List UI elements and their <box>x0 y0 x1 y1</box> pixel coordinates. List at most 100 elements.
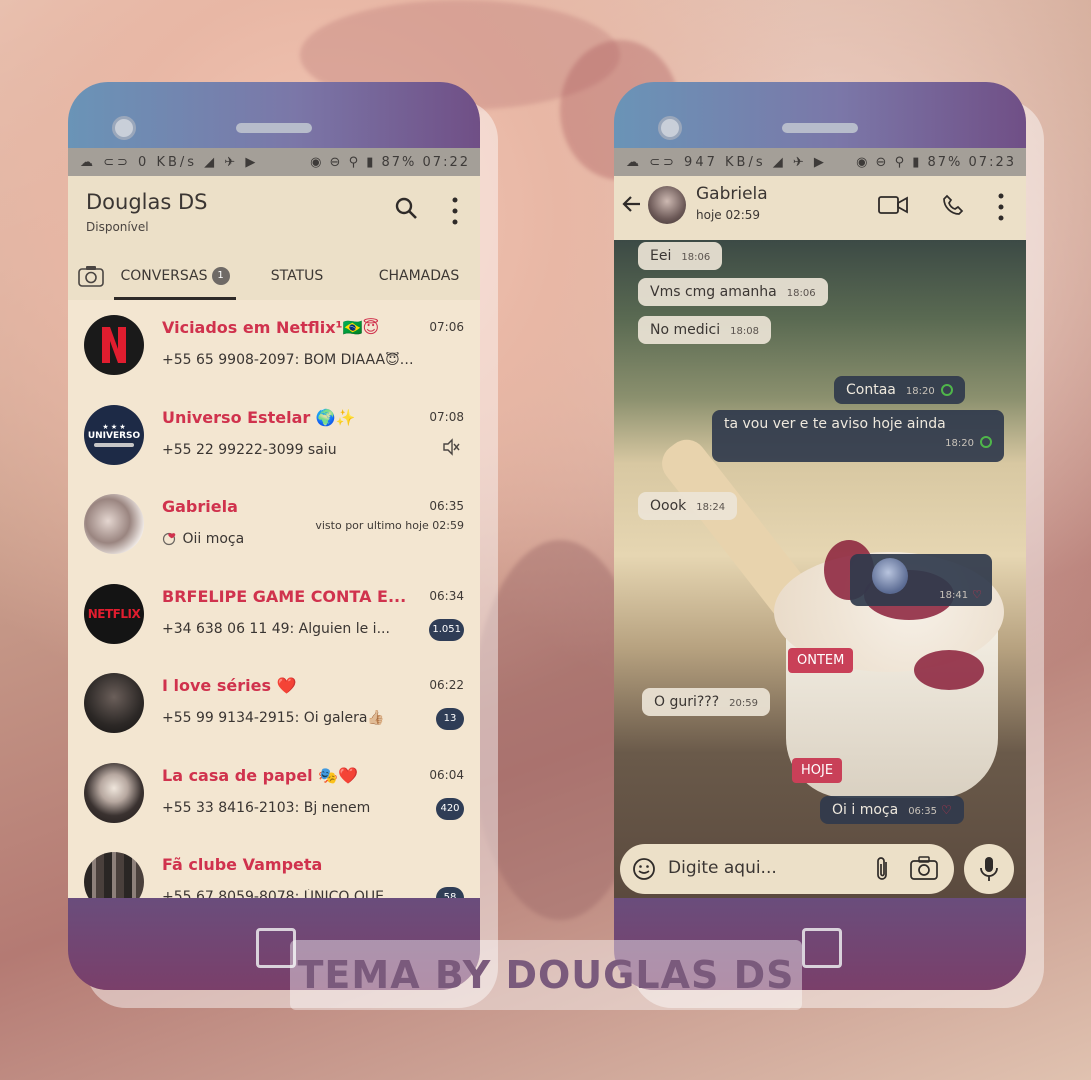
more-options-icon[interactable] <box>996 192 1006 222</box>
message-time: 18:08 <box>730 326 759 337</box>
message-input[interactable]: Digite aqui... <box>620 844 954 894</box>
chat-name: Universo Estelar 🌍✨ <box>162 407 356 427</box>
chat-row[interactable]: I love séries ❤️ 06:22 +55 99 9134-2915:… <box>68 658 480 748</box>
avatar-text: NETFLIX <box>87 606 141 621</box>
contact-avatar[interactable] <box>648 186 686 224</box>
tab-bar: CONVERSAS 1 STATUS CHAMADAS <box>68 254 480 300</box>
message-time: 18:06 <box>786 288 816 299</box>
chat-row[interactable]: ★ ★ ★ UNIVERSO Universo Estelar 🌍✨ 07:08… <box>68 390 480 480</box>
message-input-placeholder: Digite aqui... <box>668 858 777 878</box>
status-icons-left: ☁ ⊂⊃ 0 KB/s ◢ ✈ ▶ <box>80 154 259 170</box>
unread-count: 58 <box>436 887 464 898</box>
microphone-icon <box>980 857 998 881</box>
muted-icon <box>443 437 460 456</box>
more-options-icon[interactable] <box>450 196 460 226</box>
tab-status[interactable]: STATUS <box>236 254 358 298</box>
chat-preview-row: Oii moça <box>162 531 417 547</box>
front-camera <box>112 116 136 140</box>
chat-preview: Oii moça <box>182 531 245 547</box>
message-time: 18:20 <box>945 438 974 449</box>
chat-row[interactable]: Fã clube Vampeta +55 67 8059-8078: ÚNICO… <box>68 837 480 898</box>
unread-count: 420 <box>436 797 464 820</box>
chat-row[interactable]: Viciados em Netflix¹🇧🇷😇 07:06 +55 65 990… <box>68 300 480 390</box>
message-outgoing[interactable]: Oi i moça 06:35 ♡ <box>820 796 964 824</box>
contact-name[interactable]: Gabriela <box>696 184 768 204</box>
chat-wallpaper: Eei 18:06 Vms cmg amanha 18:06 No medici 18… <box>614 240 1026 898</box>
message-text: O guri??? <box>654 694 720 710</box>
avatar-photo <box>84 494 144 554</box>
unread-count: 1.051 <box>429 618 464 641</box>
avatar-photo <box>84 852 144 898</box>
chat-time: 06:22 <box>429 678 464 692</box>
phone-top-bezel <box>614 82 1026 148</box>
message-text: Eei <box>650 248 672 264</box>
status-bar: ☁ ⊂⊃ 947 KB/s ◢ ✈ ▶ ◉ ⊖ ⚲ ▮ 87% 07:23 <box>614 148 1026 176</box>
chat-row[interactable]: NETFLIX BRFELIPE GAME CONTA E... 06:34 +… <box>68 569 480 659</box>
tab-chamadas[interactable]: CHAMADAS <box>358 254 480 298</box>
chat-time: 06:34 <box>429 588 464 603</box>
status-icons-left: ☁ ⊂⊃ 947 KB/s ◢ ✈ ▶ <box>626 154 827 170</box>
chat-time: 06:35 <box>429 499 464 513</box>
emoji-icon[interactable] <box>632 857 656 881</box>
date-divider: ONTEM <box>788 648 854 673</box>
read-receipt-icon <box>940 384 953 396</box>
camera-icon[interactable] <box>910 856 938 880</box>
avatar-stars: ★ ★ ★ <box>102 422 126 431</box>
status-bar: ☁ ⊂⊃ 0 KB/s ◢ ✈ ▶ ◉ ⊖ ⚲ ▮ 87% 07:22 <box>68 148 480 176</box>
message-outgoing-sticker[interactable]: 18:41 ♡ <box>850 554 992 606</box>
chat-name: La casa de papel 🎭❤️ <box>162 765 359 785</box>
message-incoming[interactable]: Eei 18:06 <box>638 242 723 270</box>
message-meta: 18:41 ♡ <box>929 586 982 602</box>
app-screen: Gabriela hoje 02:59 Eei 18:06 Vms cmg ama… <box>614 176 1026 898</box>
profile-name: Douglas DS <box>86 190 208 214</box>
chat-name: Viciados em Netflix¹🇧🇷😇 <box>162 318 380 337</box>
conversation-header: Gabriela hoje 02:59 <box>614 176 1026 241</box>
voice-record-button[interactable] <box>964 844 1014 894</box>
contact-last-seen: hoje 02:59 <box>696 208 761 222</box>
message-text: Oook <box>650 498 687 514</box>
chat-name: Fã clube Vampeta <box>162 855 323 874</box>
message-time: 18:20 <box>905 386 935 397</box>
message-incoming[interactable]: No medici 18:08 <box>638 316 771 344</box>
message-outgoing[interactable]: ta vou ver e te aviso hoje ainda 18:20 <box>712 410 1004 462</box>
chat-time: 07:08 <box>429 409 464 424</box>
message-text: Contaa <box>846 382 896 398</box>
chat-name: BRFELIPE GAME CONTA E... <box>162 586 407 606</box>
chat-row[interactable]: La casa de papel 🎭❤️ 06:04 +55 33 8416-2… <box>68 748 480 838</box>
message-incoming[interactable]: O guri??? 20:59 <box>642 688 770 716</box>
message-time: 18:24 <box>696 502 726 513</box>
attach-icon[interactable] <box>874 856 892 882</box>
message-time: 18:06 <box>681 252 711 263</box>
tab-conversas[interactable]: CONVERSAS 1 <box>114 254 236 300</box>
chat-preview: +55 33 8416-2103: Bj nenem <box>162 799 371 816</box>
message-text: Vms cmg amanha <box>650 284 777 300</box>
chat-preview: +55 22 99222-3099 saiu <box>162 441 337 458</box>
search-icon[interactable] <box>394 196 418 220</box>
front-camera <box>658 116 682 140</box>
message-time: 20:59 <box>729 698 758 709</box>
chat-row[interactable]: Gabriela 06:35 visto por ultimo hoje 02:… <box>68 479 480 569</box>
message-incoming[interactable]: Vms cmg amanha 18:06 <box>638 278 828 306</box>
phone-chat-list: ☁ ⊂⊃ 0 KB/s ◢ ✈ ▶ ◉ ⊖ ⚲ ▮ 87% 07:22 Doug… <box>68 82 480 990</box>
message-meta: 18:20 <box>724 434 992 450</box>
sticker-emoji-face <box>872 558 908 594</box>
message-text: ta vou ver e te aviso hoje ainda <box>724 416 946 432</box>
chat-preview: +55 67 8059-8078: ÚNICO QUE... <box>162 889 398 898</box>
read-receipt-icon <box>980 436 992 448</box>
message-incoming[interactable]: Oook 18:24 <box>638 492 738 520</box>
video-call-icon[interactable] <box>878 194 908 216</box>
chat-preview: +55 99 9134-2915: Oi galera👍🏼 <box>162 710 385 726</box>
message-outgoing[interactable]: Contaa 18:20 <box>834 376 965 404</box>
chat-name: I love séries ❤️ <box>162 676 297 695</box>
camera-icon <box>78 266 104 287</box>
unread-badge: 1 <box>211 267 230 285</box>
back-arrow-icon[interactable] <box>620 192 644 216</box>
app-screen: Douglas DS Disponível CONVERSAS 1 STATUS … <box>68 176 480 898</box>
avatar-ribbon <box>94 442 134 447</box>
avatar-netflix-n <box>84 315 144 375</box>
tab-camera[interactable] <box>68 265 114 287</box>
status-icons-right: ◉ ⊖ ⚲ ▮ 87% 07:23 <box>856 154 1016 170</box>
home-button[interactable] <box>802 928 842 968</box>
voice-call-icon[interactable] <box>942 194 964 216</box>
avatar-universo: ★ ★ ★ UNIVERSO <box>84 404 144 465</box>
